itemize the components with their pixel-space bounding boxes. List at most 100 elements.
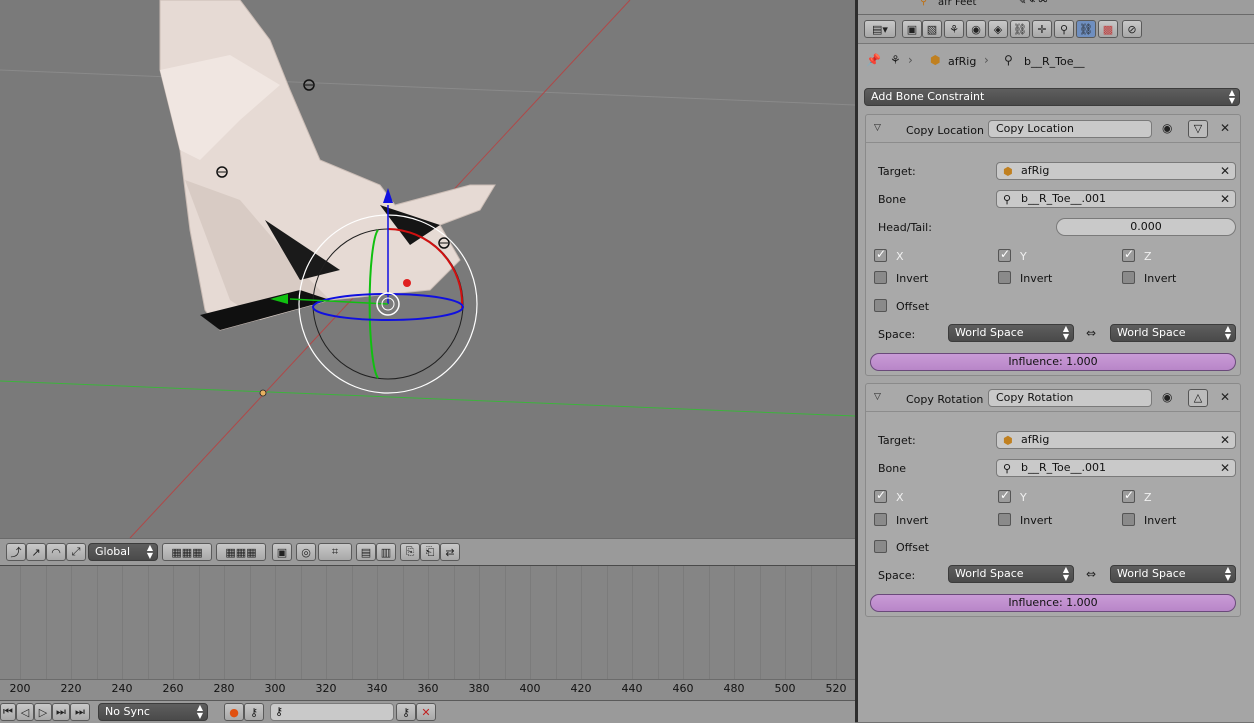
paste-flipped-pose-icon[interactable]: ⇄ <box>440 543 460 561</box>
clear-icon[interactable]: ✕ <box>1220 460 1230 476</box>
orientation-dropdown[interactable]: Global ▲ ▼ <box>88 543 158 561</box>
invert-x-checkbox[interactable] <box>874 513 887 526</box>
constraint-header[interactable]: ▽ Copy Location Copy Location ◉ ▽ ✕ <box>866 115 1240 143</box>
add-bone-constraint-dropdown[interactable]: Add Bone Constraint ▲ ▼ <box>864 88 1240 106</box>
data-icon[interactable]: ✛ <box>1032 20 1052 38</box>
keying-set-icon[interactable]: ⚷ <box>244 703 264 721</box>
layer-lock-icon[interactable]: ▣ <box>272 543 292 561</box>
opengl-render-icon[interactable]: ▤ <box>356 543 376 561</box>
clear-icon[interactable]: ✕ <box>1220 163 1230 179</box>
world-icon[interactable]: ◉ <box>966 20 986 38</box>
translate-manipulator-icon[interactable]: ⤴ <box>6 543 26 561</box>
breadcrumb-separator-icon: › <box>984 53 989 67</box>
render-layers-icon[interactable]: ▧ <box>922 20 942 38</box>
invert-y-checkbox[interactable] <box>998 271 1011 284</box>
axis-x-checkbox[interactable] <box>874 488 887 503</box>
close-icon[interactable]: ✕ <box>1220 121 1230 135</box>
bone-icon[interactable]: ⚲ <box>1054 20 1074 38</box>
constraint-icon[interactable]: ⛓ <box>1010 20 1030 38</box>
keying-set-field[interactable]: ⚷ <box>270 703 394 721</box>
invert-z-checkbox[interactable] <box>1122 271 1135 284</box>
pin-icon[interactable]: 📌 <box>866 53 881 67</box>
invert-x-checkbox[interactable] <box>874 271 887 284</box>
offset-checkbox[interactable] <box>874 299 887 312</box>
bone-constraint-icon[interactable]: ⛓ <box>1076 20 1096 38</box>
bone-field[interactable]: ⚲ b__R_Toe__.001 ✕ <box>996 459 1236 477</box>
physics-icon[interactable]: ⊘ <box>1122 20 1142 38</box>
influence-slider[interactable]: Influence: 1.000 <box>870 353 1236 371</box>
target-field[interactable]: ⬢ afRig ✕ <box>996 162 1236 180</box>
move-down-button[interactable]: ▽ <box>1188 120 1208 138</box>
owner-space-dropdown[interactable]: World Space ▲ ▼ <box>948 565 1074 583</box>
timeline-grid-line <box>530 566 531 682</box>
collapse-triangle-icon[interactable]: ▽ <box>874 392 881 402</box>
outliner-item[interactable]: afr Feet <box>938 0 976 8</box>
sync-mode-dropdown[interactable]: No Sync ▲ ▼ <box>98 703 208 721</box>
clear-icon[interactable]: ✕ <box>1220 432 1230 448</box>
copy-pose-icon[interactable]: ⎘ <box>400 543 420 561</box>
bone-icon: ⚲ <box>1003 462 1012 475</box>
rotate-manipulator-icon[interactable]: ◠ <box>46 543 66 561</box>
collapse-triangle-icon[interactable]: ▽ <box>874 123 881 133</box>
3d-viewport[interactable] <box>0 0 855 538</box>
editor-type-icon[interactable]: ▤▾ <box>864 20 896 38</box>
layers-grid-a[interactable]: ▦▦▦ <box>162 543 212 561</box>
jump-start-icon[interactable]: ⏮ <box>0 703 16 721</box>
opengl-anim-icon[interactable]: ▥ <box>376 543 396 561</box>
scene-icon[interactable]: ⚘ <box>944 20 964 38</box>
next-keyframe-icon[interactable]: ⏭ <box>52 703 70 721</box>
frame-label: 300 <box>264 682 286 695</box>
proportional-edit-icon[interactable]: ◎ <box>296 543 316 561</box>
bone-field[interactable]: ⚲ b__R_Toe__.001 ✕ <box>996 190 1236 208</box>
outliner-strip: ⚲ afr Feet ✎ ⌁ ⚯ <box>858 0 1254 15</box>
timeline-grid-line <box>734 566 735 682</box>
breadcrumb-separator-icon: › <box>908 53 913 67</box>
close-icon[interactable]: ✕ <box>1220 390 1230 404</box>
paste-pose-icon[interactable]: ⎗ <box>420 543 440 561</box>
owner-space-dropdown[interactable]: World Space ▲ ▼ <box>948 324 1074 342</box>
delete-keyframe-icon[interactable]: ✕ <box>416 703 436 721</box>
axis-z-checkbox[interactable] <box>1122 247 1135 262</box>
offset-checkbox[interactable] <box>874 540 887 553</box>
constraint-name-field[interactable]: Copy Location <box>988 120 1152 138</box>
bone-label: Bone <box>878 462 907 475</box>
play-reverse-icon[interactable]: ◁ <box>16 703 34 721</box>
jump-end-icon[interactable]: ⏭ <box>70 703 90 721</box>
play-icon[interactable]: ▷ <box>34 703 52 721</box>
layers-grid-b[interactable]: ▦▦▦ <box>216 543 266 561</box>
breadcrumb-bone[interactable]: b__R_Toe__ <box>1024 55 1084 68</box>
target-space-dropdown[interactable]: World Space ▲ ▼ <box>1110 324 1236 342</box>
constraint-header[interactable]: ▽ Copy Rotation Copy Rotation ◉ △ ✕ <box>866 384 1240 412</box>
dropdown-arrows-icon: ▲ ▼ <box>1062 324 1069 341</box>
timeline-grid-line <box>657 566 659 682</box>
scale-manipulator-icon[interactable]: ⤢ <box>66 543 86 561</box>
target-space-value: World Space <box>1117 326 1186 339</box>
object-icon[interactable]: ◈ <box>988 20 1008 38</box>
record-icon[interactable]: ● <box>224 703 244 721</box>
axis-z-checkbox[interactable] <box>1122 488 1135 503</box>
axis-y-checkbox[interactable] <box>998 488 1011 503</box>
invert-z-checkbox[interactable] <box>1122 513 1135 526</box>
axis-y-checkbox[interactable] <box>998 247 1011 262</box>
head-tail-slider[interactable]: 0.000 <box>1056 218 1236 236</box>
influence-value: Influence: 1.000 <box>1008 596 1098 609</box>
texture-icon[interactable]: ▩ <box>1098 20 1118 38</box>
timeline[interactable]: 200 220 240 260 280 300 320 340 360 380 … <box>0 566 855 700</box>
target-field[interactable]: ⬢ afRig ✕ <box>996 431 1236 449</box>
snap-element-icon[interactable]: ⌗ <box>318 543 352 561</box>
key-icon: ⚷ <box>275 705 284 718</box>
influence-slider[interactable]: Influence: 1.000 <box>870 594 1236 612</box>
constraint-name-field[interactable]: Copy Rotation <box>988 389 1152 407</box>
eye-icon[interactable]: ◉ <box>1162 390 1172 404</box>
insert-keyframe-icon[interactable]: ⚷ <box>396 703 416 721</box>
axis-x-checkbox[interactable] <box>874 247 887 262</box>
move-manipulator-icon[interactable]: ↗ <box>26 543 46 561</box>
invert-y-checkbox[interactable] <box>998 513 1011 526</box>
target-space-dropdown[interactable]: World Space ▲ ▼ <box>1110 565 1236 583</box>
head-tail-value: 0.000 <box>1130 220 1162 233</box>
eye-icon[interactable]: ◉ <box>1162 121 1172 135</box>
move-up-button[interactable]: △ <box>1188 389 1208 407</box>
clear-icon[interactable]: ✕ <box>1220 191 1230 207</box>
breadcrumb-object[interactable]: afRig <box>948 55 976 68</box>
render-icon[interactable]: ▣ <box>902 20 922 38</box>
